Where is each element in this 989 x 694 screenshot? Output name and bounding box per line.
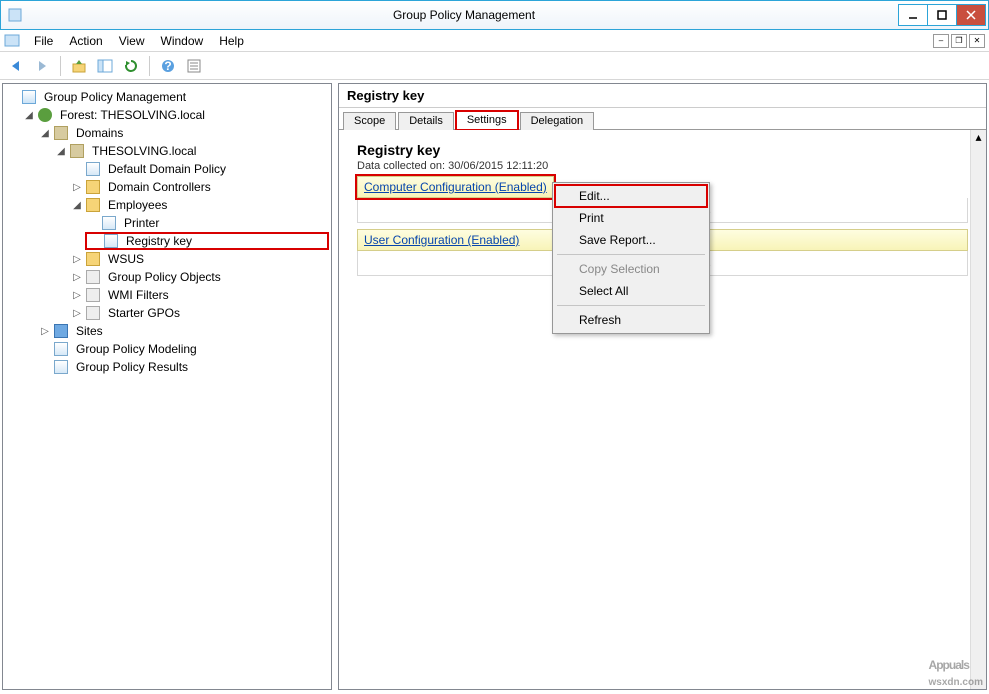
report-collected-on: Data collected on: 30/06/2015 12:11:20 <box>357 160 968 172</box>
tree-registry-key[interactable]: Registry key <box>85 232 329 250</box>
sites-icon <box>53 323 69 339</box>
ctx-separator <box>557 305 705 306</box>
help-button[interactable]: ? <box>156 54 180 78</box>
forward-button[interactable] <box>30 54 54 78</box>
mdi-close-button[interactable]: ✕ <box>969 34 985 48</box>
collapse-icon[interactable]: ◢ <box>39 127 51 139</box>
ctx-save-report[interactable]: Save Report... <box>555 229 707 251</box>
ou-icon <box>85 251 101 267</box>
menu-help[interactable]: Help <box>211 32 252 50</box>
toolbar-separator <box>60 56 61 76</box>
navigation-tree[interactable]: Group Policy Management ◢Forest: THESOLV… <box>2 83 332 690</box>
expand-icon[interactable]: ▷ <box>39 325 51 337</box>
menu-file[interactable]: File <box>26 32 61 50</box>
tree-gp-modeling[interactable]: Group Policy Modeling <box>37 340 329 358</box>
tree-employees[interactable]: ◢Employees <box>69 196 329 214</box>
maximize-button[interactable] <box>927 4 957 26</box>
menu-view[interactable]: View <box>111 32 153 50</box>
window-titlebar: Group Policy Management <box>0 0 989 30</box>
tabstrip: Scope Details Settings Delegation <box>339 108 986 130</box>
menu-action[interactable]: Action <box>61 32 110 50</box>
ctx-separator <box>557 254 705 255</box>
expand-icon[interactable]: ▷ <box>71 307 83 319</box>
toolbar-separator <box>149 56 150 76</box>
watermark: Appuals wsxdn.com <box>929 645 983 688</box>
folder-icon <box>85 287 101 303</box>
gpo-link-icon <box>103 233 119 249</box>
menu-window[interactable]: Window <box>153 32 212 50</box>
tree-domain[interactable]: ◢THESOLVING.local <box>53 142 329 160</box>
menubar: File Action View Window Help – ❐ ✕ <box>0 30 989 52</box>
tree-wmi-filters[interactable]: ▷WMI Filters <box>69 286 329 304</box>
ctx-print[interactable]: Print <box>555 207 707 229</box>
up-button[interactable] <box>67 54 91 78</box>
context-menu: Edit... Print Save Report... Copy Select… <box>552 182 710 334</box>
collapse-icon[interactable]: ◢ <box>71 199 83 211</box>
domain-icon <box>69 143 85 159</box>
mdi-minimize-button[interactable]: – <box>933 34 949 48</box>
vertical-scrollbar[interactable]: ▴ <box>970 130 986 689</box>
report-heading: Registry key <box>357 142 968 158</box>
tree-domains[interactable]: ◢Domains <box>37 124 329 142</box>
ctx-refresh[interactable]: Refresh <box>555 309 707 331</box>
mdi-restore-button[interactable]: ❐ <box>951 34 967 48</box>
ctx-select-all[interactable]: Select All <box>555 280 707 302</box>
tab-settings[interactable]: Settings <box>456 111 518 130</box>
ctx-copy-selection: Copy Selection <box>555 258 707 280</box>
collapse-icon[interactable]: ◢ <box>23 109 35 121</box>
scroll-up-icon[interactable]: ▴ <box>971 130 986 144</box>
tree-wsus[interactable]: ▷WSUS <box>69 250 329 268</box>
collapse-icon[interactable]: ◢ <box>55 145 67 157</box>
expand-icon[interactable]: ▷ <box>71 271 83 283</box>
tree-root[interactable]: Group Policy Management <box>5 88 329 106</box>
tab-details[interactable]: Details <box>398 112 454 130</box>
tree-domain-controllers[interactable]: ▷Domain Controllers <box>69 178 329 196</box>
details-title: Registry key <box>339 84 986 108</box>
close-button[interactable] <box>956 4 986 26</box>
chevron-down-icon[interactable] <box>7 91 19 103</box>
tab-delegation[interactable]: Delegation <box>520 112 595 130</box>
ou-icon <box>85 179 101 195</box>
expand-icon[interactable]: ▷ <box>71 289 83 301</box>
tree-printer[interactable]: Printer <box>85 214 329 232</box>
details-pane: Registry key Scope Details Settings Dele… <box>338 83 987 690</box>
tab-scope[interactable]: Scope <box>343 112 396 130</box>
tree-forest[interactable]: ◢Forest: THESOLVING.local <box>21 106 329 124</box>
properties-button[interactable] <box>182 54 206 78</box>
ctx-edit[interactable]: Edit... <box>555 185 707 207</box>
results-icon <box>53 359 69 375</box>
app-icon <box>7 7 23 23</box>
console-icon <box>4 33 20 49</box>
toolbar: ? <box>0 52 989 80</box>
gpo-icon <box>85 161 101 177</box>
refresh-button[interactable] <box>119 54 143 78</box>
folder-icon <box>85 305 101 321</box>
expand-icon[interactable]: ▷ <box>71 253 83 265</box>
minimize-button[interactable] <box>898 4 928 26</box>
tree-group-policy-objects[interactable]: ▷Group Policy Objects <box>69 268 329 286</box>
tree-sites[interactable]: ▷Sites <box>37 322 329 340</box>
tree-starter-gpos[interactable]: ▷Starter GPOs <box>69 304 329 322</box>
expand-icon[interactable]: ▷ <box>71 181 83 193</box>
forest-icon <box>37 107 53 123</box>
ou-icon <box>85 197 101 213</box>
gpo-link-icon <box>101 215 117 231</box>
computer-configuration-header[interactable]: Computer Configuration (Enabled) <box>357 176 554 198</box>
show-hide-tree-button[interactable] <box>93 54 117 78</box>
folder-icon <box>53 125 69 141</box>
back-button[interactable] <box>4 54 28 78</box>
svg-text:?: ? <box>164 59 171 73</box>
window-title: Group Policy Management <box>29 8 899 22</box>
folder-icon <box>85 269 101 285</box>
tree-default-domain-policy[interactable]: Default Domain Policy <box>69 160 329 178</box>
tree-gp-results[interactable]: Group Policy Results <box>37 358 329 376</box>
modeling-icon <box>53 341 69 357</box>
